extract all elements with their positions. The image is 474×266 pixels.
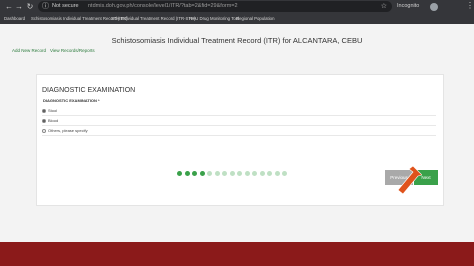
- incognito-icon[interactable]: [430, 3, 438, 11]
- option-label: Stool: [48, 108, 58, 113]
- view-records-link[interactable]: View Records/Reports: [50, 48, 95, 53]
- add-new-record-link[interactable]: Add New Record: [12, 48, 46, 53]
- blood-checkbox[interactable]: [42, 119, 46, 123]
- bookmark-item[interactable]: Regional Population: [236, 15, 274, 23]
- footer-bar: [0, 242, 474, 266]
- security-label: Not secure: [52, 3, 79, 9]
- progress-step-dot: [259, 171, 265, 176]
- bookmark-item[interactable]: STH Individual Treatment Record (ITR-STH…: [111, 15, 196, 23]
- option-label: Blood: [48, 118, 59, 123]
- progress-step-dot: [252, 171, 257, 176]
- progress-step-dot: [244, 171, 250, 176]
- back-icon[interactable]: ←: [4, 2, 14, 12]
- progress-step-dot: [282, 171, 287, 176]
- form-card: DIAGNOSTIC EXAMINATION DIAGNOSTIC EXAMIN…: [36, 74, 444, 206]
- page-title: Schistosomiasis Individual Treatment Rec…: [111, 36, 363, 45]
- progress-step-dot: [267, 171, 272, 176]
- progress-step-dot: [229, 171, 235, 176]
- browser-menu-icon[interactable]: ⋮: [466, 1, 474, 11]
- section-title: DIAGNOSTIC EXAMINATION: [42, 87, 136, 94]
- progress-step-dot: [184, 171, 190, 176]
- option-row-stool[interactable]: Stool: [42, 107, 436, 116]
- reload-icon[interactable]: ↻: [25, 2, 35, 12]
- progress-step-dot: [192, 171, 197, 176]
- progress-step-dot: [207, 171, 212, 176]
- progress-step-dot: [199, 171, 205, 176]
- stool-checkbox[interactable]: [42, 109, 46, 113]
- others-checkbox[interactable]: [42, 129, 46, 133]
- progress-step-dot: [177, 171, 182, 176]
- bookmark-item[interactable]: Dashboard: [4, 15, 25, 23]
- progress-step-dot: [222, 171, 227, 176]
- option-label: Others, please specify: [48, 128, 88, 133]
- bookmark-item[interactable]: RHU Drug Monitoring Tool: [189, 15, 239, 23]
- forward-icon[interactable]: →: [14, 2, 24, 12]
- progress-step-dot: [237, 171, 242, 176]
- bookmark-star-icon[interactable]: ☆: [381, 2, 387, 11]
- option-row-others[interactable]: Others, please specify: [42, 127, 436, 136]
- incognito-label: Incognito: [397, 3, 420, 9]
- info-icon[interactable]: ⓘ: [42, 2, 49, 11]
- progress-step-dot: [214, 171, 220, 176]
- option-row-blood[interactable]: Blood: [42, 117, 436, 126]
- progress-step-dot: [274, 171, 280, 176]
- page-content: Schistosomiasis Individual Treatment Rec…: [0, 24, 474, 242]
- field-label: DIAGNOSTIC EXAMINATION *: [43, 98, 100, 103]
- address-bar[interactable]: ⓘ Not secure ntdmis.doh.gov.ph/console/l…: [38, 1, 392, 12]
- url-text[interactable]: ntdmis.doh.gov.ph/console/level1/ITR/?ta…: [88, 2, 238, 11]
- browser-chrome: ← → ↻ ⓘ Not secure ntdmis.doh.gov.ph/con…: [0, 0, 474, 24]
- pointer-arrow-icon: [397, 166, 422, 195]
- bookmarks-bar: Dashboard Schistosomiasis Individual Tre…: [0, 14, 474, 24]
